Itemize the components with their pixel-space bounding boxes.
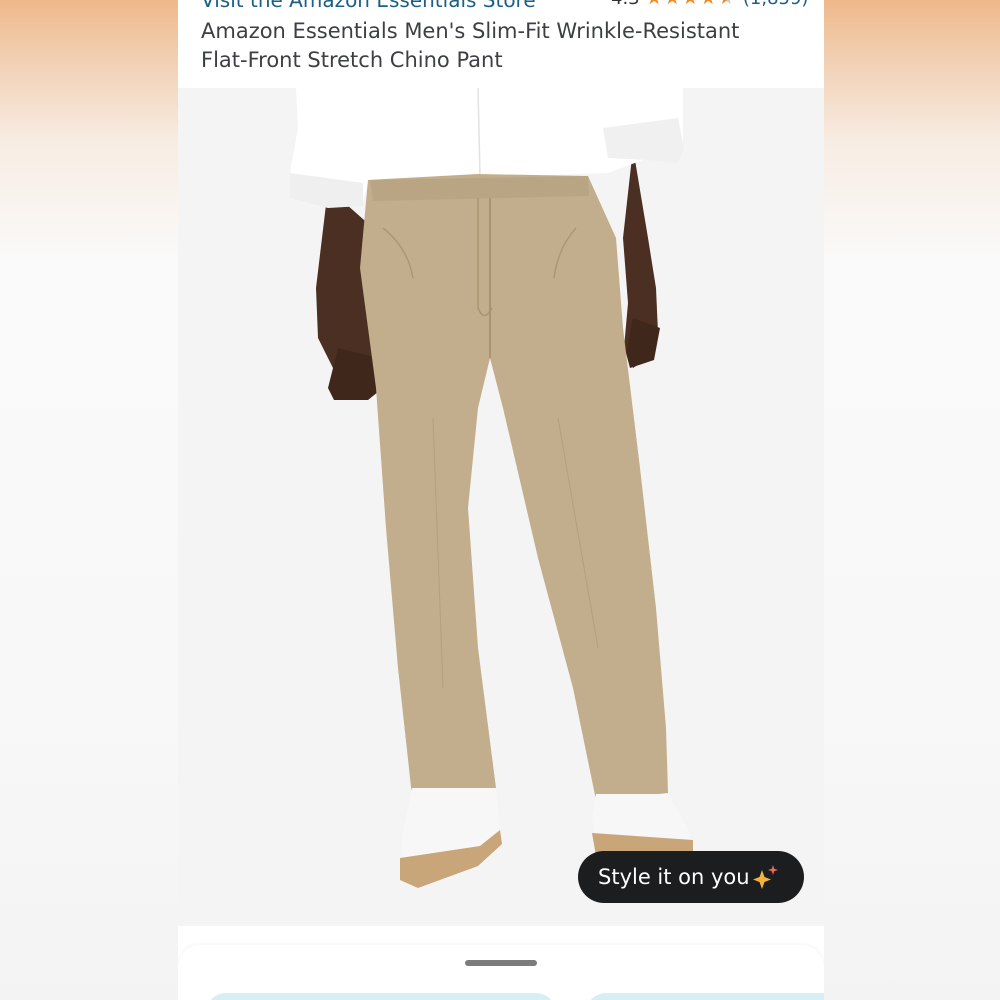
half-star-icon: ★ (718, 0, 735, 8)
star-icon: ★ (646, 0, 663, 8)
style-it-on-you-button[interactable]: Style it on you (578, 851, 804, 903)
rating-count[interactable]: (1,859) (743, 0, 809, 9)
rating-summary[interactable]: 4.3 ★ ★ ★ ★ ★ (1,859) (611, 0, 808, 9)
product-header: Visit the Amazon Essentials Store 4.3 ★ … (178, 0, 824, 88)
product-page: Visit the Amazon Essentials Store 4.3 ★ … (178, 0, 824, 1000)
sparkle-icon (753, 865, 778, 889)
star-icon: ★ (700, 0, 717, 8)
star-icon: ★ (664, 0, 681, 8)
style-it-on-you-label: Style it on you (598, 865, 750, 889)
product-image (290, 88, 693, 888)
sheet-chip-right[interactable] (586, 993, 824, 1000)
rating-value: 4.3 (611, 0, 640, 9)
bottom-sheet[interactable] (178, 945, 824, 1000)
sheet-chip-left[interactable] (206, 993, 556, 1000)
star-icon: ★ (682, 0, 699, 8)
store-link[interactable]: Visit the Amazon Essentials Store (201, 0, 536, 12)
star-rating: ★ ★ ★ ★ ★ (646, 0, 735, 8)
sheet-drag-handle[interactable] (465, 960, 537, 966)
product-title: Amazon Essentials Men's Slim-Fit Wrinkle… (201, 19, 740, 72)
product-image-area[interactable]: Style it on you (178, 88, 824, 926)
